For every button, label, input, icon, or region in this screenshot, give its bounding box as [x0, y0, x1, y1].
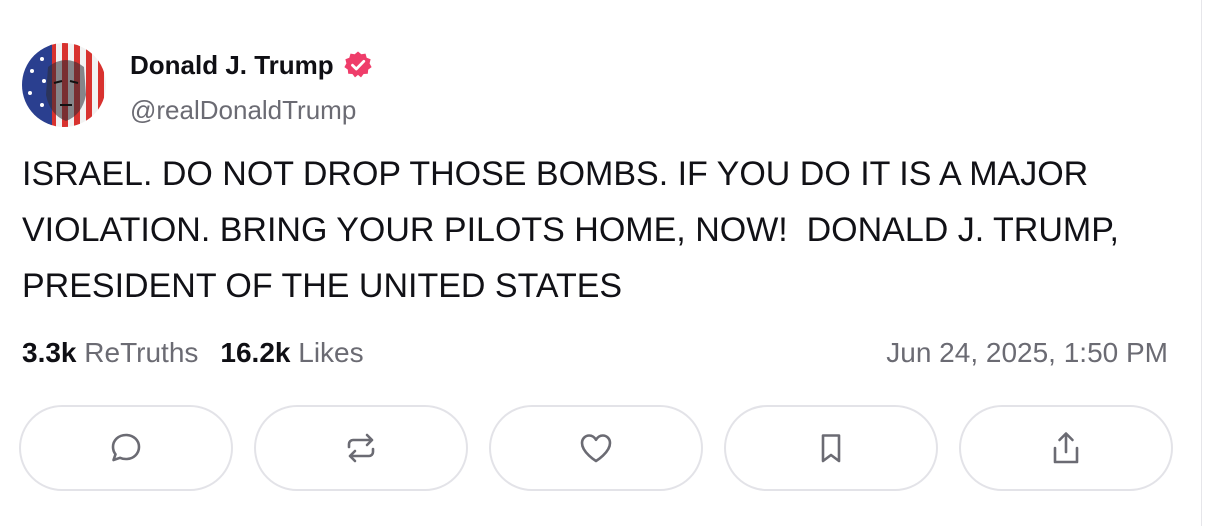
- retruths-stat[interactable]: 3.3k ReTruths: [22, 337, 198, 368]
- share-icon: [1053, 432, 1079, 464]
- avatar[interactable]: [22, 43, 106, 127]
- likes-count: 16.2k: [220, 337, 291, 368]
- reply-button[interactable]: [19, 405, 233, 491]
- heart-icon: [580, 434, 612, 463]
- action-bar: [19, 405, 1175, 493]
- likes-label: Likes: [298, 337, 364, 368]
- post-timestamp[interactable]: Jun 24, 2025, 1:50 PM: [886, 334, 1168, 372]
- retruth-button[interactable]: [254, 405, 468, 491]
- likes-stat[interactable]: 16.2k Likes: [220, 337, 363, 368]
- retruth-icon: [347, 433, 375, 463]
- bookmark-button[interactable]: [724, 405, 938, 491]
- avatar-image: [22, 43, 106, 127]
- verified-badge-icon: [344, 51, 372, 78]
- share-button[interactable]: [959, 405, 1173, 491]
- post-stats: 3.3k ReTruths 16.2k Likes: [22, 334, 364, 372]
- display-name-row[interactable]: Donald J. Trump: [130, 48, 373, 82]
- retruths-label: ReTruths: [84, 337, 199, 368]
- user-handle[interactable]: @realDonaldTrump: [130, 93, 356, 127]
- right-divider: [1201, 0, 1202, 526]
- display-name[interactable]: Donald J. Trump: [130, 48, 334, 82]
- like-button[interactable]: [489, 405, 703, 491]
- bookmark-icon: [821, 434, 841, 463]
- retruths-count: 3.3k: [22, 337, 77, 368]
- reply-icon: [111, 433, 141, 462]
- post-text: ISRAEL. DO NOT DROP THOSE BOMBS. IF YOU …: [22, 155, 1129, 305]
